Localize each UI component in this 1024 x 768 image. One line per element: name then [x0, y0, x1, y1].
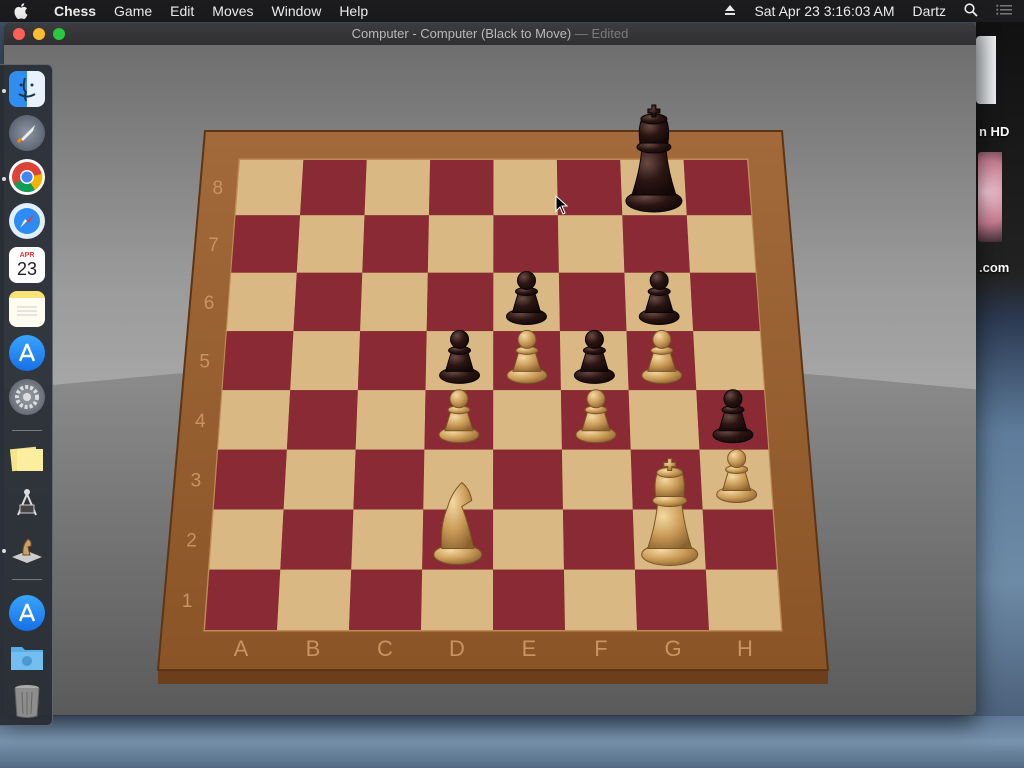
dock-separator: [12, 430, 42, 431]
safari-icon[interactable]: [9, 203, 45, 239]
dock: APR 23: [0, 64, 53, 726]
dock-running-indicator: [2, 549, 6, 553]
trash-icon[interactable]: [9, 683, 45, 719]
desktop-label-hd[interactable]: n HD: [979, 124, 1009, 139]
calendar-day: 23: [16, 259, 38, 279]
instruments-icon[interactable]: [9, 485, 45, 521]
downloads-folder-icon[interactable]: [9, 639, 45, 675]
desktop-image-icon[interactable]: [978, 152, 1002, 242]
menu-app-chess[interactable]: Chess: [54, 0, 96, 22]
window-title-text: Computer - Computer (Black to Move): [351, 26, 572, 41]
eject-icon[interactable]: [724, 3, 736, 19]
menu-bar: Chess Game Edit Moves Window Help Sat Ap…: [0, 0, 1024, 22]
scene-floor: [4, 345, 976, 715]
app-store-downloads-icon[interactable]: [9, 595, 45, 631]
spotlight-search-icon[interactable]: [964, 2, 978, 20]
notes-icon[interactable]: [9, 291, 45, 327]
hard-drive-icon[interactable]: [976, 36, 996, 104]
menu-extras: Sat Apr 23 3:16:03 AM Dartz: [724, 0, 1024, 22]
chess-scene-background: [4, 45, 976, 715]
app-store-icon[interactable]: [9, 335, 45, 371]
menu-game[interactable]: Game: [114, 0, 152, 22]
apple-menu-icon[interactable]: [14, 3, 36, 19]
system-preferences-icon[interactable]: [9, 379, 45, 415]
chess-icon[interactable]: [9, 531, 45, 567]
dock-running-indicator: [2, 89, 6, 93]
desktop-label-com[interactable]: .com: [979, 260, 1009, 275]
chrome-icon[interactable]: [9, 159, 45, 195]
menu-moves[interactable]: Moves: [212, 0, 253, 22]
chess-window: Computer - Computer (Black to Move) — Ed…: [4, 23, 976, 715]
window-title-edited: — Edited: [571, 26, 629, 41]
menu-window[interactable]: Window: [272, 0, 322, 22]
finder-icon[interactable]: [9, 71, 45, 107]
user-name[interactable]: Dartz: [913, 3, 946, 19]
menu-edit[interactable]: Edit: [170, 0, 194, 22]
dock-running-indicator: [2, 177, 6, 181]
stickies-icon[interactable]: [9, 441, 45, 477]
desktop-background-bottom: [0, 716, 1024, 768]
clock-datetime[interactable]: Sat Apr 23 3:16:03 AM: [754, 3, 894, 19]
menu-help[interactable]: Help: [339, 0, 368, 22]
dock-separator: [12, 579, 42, 580]
window-title: Computer - Computer (Black to Move) — Ed…: [4, 23, 976, 45]
launchpad-icon[interactable]: [9, 115, 45, 151]
window-titlebar[interactable]: Computer - Computer (Black to Move) — Ed…: [4, 23, 976, 45]
notification-center-icon[interactable]: [996, 3, 1012, 19]
calendar-icon[interactable]: APR 23: [9, 247, 45, 283]
